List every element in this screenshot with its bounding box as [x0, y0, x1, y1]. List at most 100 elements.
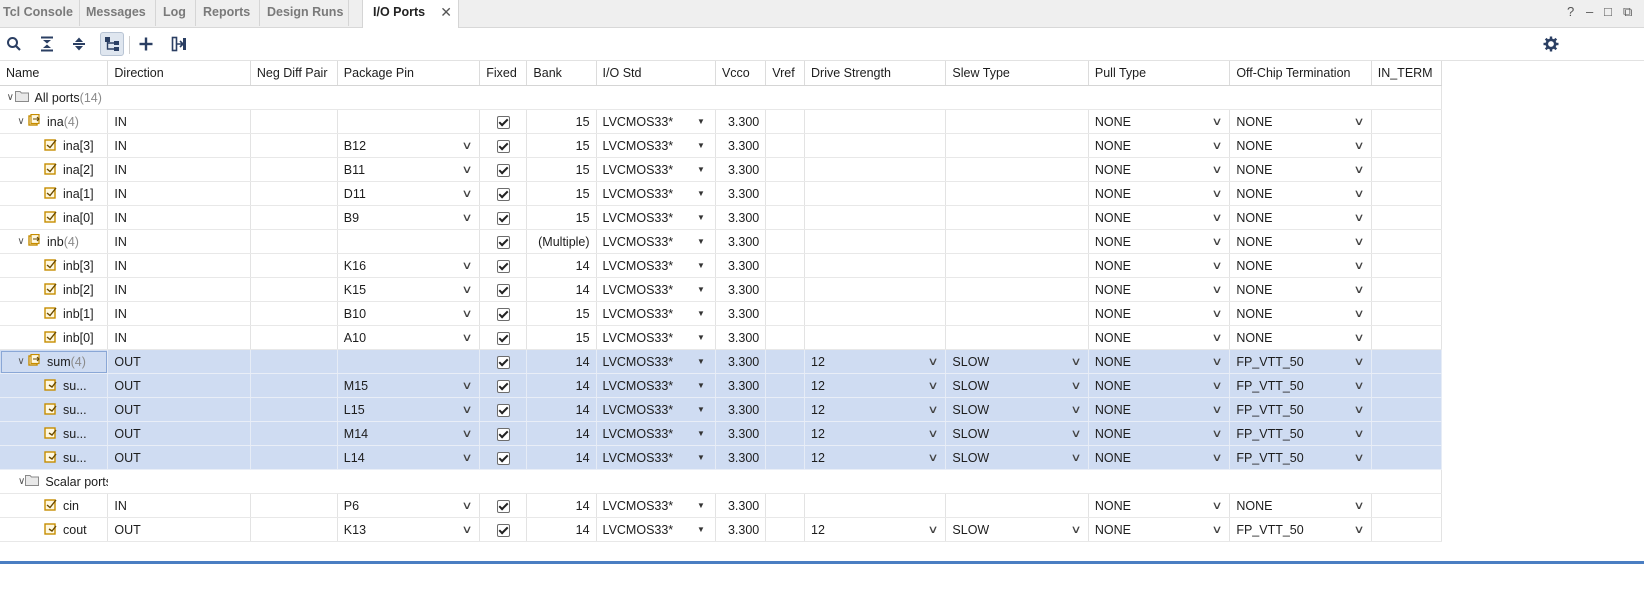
cell-in-term[interactable] [1371, 445, 1443, 470]
cell-vref[interactable] [765, 493, 805, 518]
cell-bank[interactable]: 14 [526, 349, 597, 374]
table-row[interactable]: ina[2] IN B11 ∨ 15 LVCMOS33* ▼ 3.300 NONE ∨ NONE ∨ [0, 157, 1443, 182]
chevron-down-icon[interactable]: ∨ [1070, 523, 1081, 536]
chevron-down-icon[interactable]: ∨ [1212, 211, 1223, 224]
dropdown-triangle-icon[interactable]: ▼ [697, 357, 705, 366]
chevron-down-icon[interactable]: ∨ [1353, 187, 1364, 200]
add-icon[interactable] [134, 32, 158, 56]
col-vref[interactable]: Vref [765, 61, 805, 86]
cell-neg-diff-pair[interactable] [250, 445, 338, 470]
cell-in-term[interactable] [1371, 229, 1443, 254]
cell-io-std[interactable]: LVCMOS33* ▼ [596, 349, 716, 374]
cell-vcco[interactable]: 3.300 [715, 349, 767, 374]
chevron-down-icon[interactable]: ∨ [1353, 283, 1364, 296]
cell-fixed[interactable] [479, 133, 528, 158]
cell-vcco[interactable]: 3.300 [715, 421, 767, 446]
cell-name[interactable]: ina[2] [0, 157, 109, 182]
chevron-down-icon[interactable]: ∨ [1070, 379, 1081, 392]
cell-bank[interactable]: 14 [526, 397, 597, 422]
dropdown-triangle-icon[interactable]: ▼ [697, 117, 705, 126]
cell-in-term[interactable] [1371, 109, 1443, 134]
chevron-down-icon[interactable]: ∨ [462, 187, 473, 200]
cell-package-pin[interactable]: B11 ∨ [337, 157, 481, 182]
chevron-down-icon[interactable]: ∨ [462, 163, 473, 176]
dropdown-triangle-icon[interactable]: ▼ [697, 237, 705, 246]
chevron-down-icon[interactable]: ∨ [1070, 403, 1081, 416]
cell-pull-type[interactable]: NONE ∨ [1088, 229, 1231, 254]
cell-vcco[interactable]: 3.300 [715, 445, 767, 470]
cell-slew-type[interactable]: SLOW ∨ [945, 373, 1089, 398]
tab-reports[interactable]: Reports [196, 0, 260, 26]
table-row[interactable]: ina[0] IN B9 ∨ 15 LVCMOS33* ▼ 3.300 NONE ∨ NONE ∨ [0, 205, 1443, 230]
chevron-down-icon[interactable]: ∨ [1353, 115, 1364, 128]
cell-in-term[interactable] [1371, 253, 1443, 278]
cell-fixed[interactable] [479, 493, 528, 518]
group-by-interface-icon[interactable] [100, 32, 124, 56]
cell-in-term[interactable] [1371, 277, 1443, 302]
chevron-down-icon[interactable]: ∨ [1212, 403, 1223, 416]
chevron-down-icon[interactable]: ∨ [1353, 331, 1364, 344]
fixed-checkbox[interactable] [496, 331, 510, 345]
cell-package-pin[interactable]: P6 ∨ [337, 493, 481, 518]
chevron-down-icon[interactable]: ∨ [462, 499, 473, 512]
cell-fixed[interactable] [479, 325, 528, 350]
cell-io-std[interactable]: LVCMOS33* ▼ [596, 397, 716, 422]
cell-off-chip-termination[interactable]: FP_VTT_50 ∨ [1229, 349, 1372, 374]
cell-fixed[interactable] [479, 445, 528, 470]
cell-slew-type[interactable] [945, 325, 1089, 350]
cell-package-pin[interactable]: A10 ∨ [337, 325, 481, 350]
cell-pull-type[interactable]: NONE ∨ [1088, 349, 1231, 374]
cell-vref[interactable] [765, 157, 805, 182]
cell-name[interactable]: ∨ ina (4) [0, 109, 109, 134]
cell-drive-strength[interactable] [804, 157, 947, 182]
cell-fixed[interactable] [479, 373, 528, 398]
fixed-checkbox[interactable] [496, 283, 510, 297]
cell-vcco[interactable]: 3.300 [715, 205, 767, 230]
cell-fixed[interactable] [479, 421, 528, 446]
cell-vcco[interactable]: 3.300 [715, 325, 767, 350]
chevron-down-icon[interactable]: ∨ [14, 236, 28, 247]
cell-neg-diff-pair[interactable] [250, 301, 338, 326]
cell-neg-diff-pair[interactable] [250, 157, 338, 182]
cell-name[interactable]: su... [0, 397, 109, 422]
cell-bank[interactable]: 15 [526, 325, 597, 350]
chevron-down-icon[interactable]: ∨ [462, 403, 473, 416]
cell-io-std[interactable]: LVCMOS33* ▼ [596, 445, 716, 470]
fixed-checkbox[interactable] [496, 427, 510, 441]
fixed-checkbox[interactable] [496, 163, 510, 177]
cell-vref[interactable] [765, 349, 805, 374]
cell-in-term[interactable] [1371, 373, 1443, 398]
cell-direction[interactable]: OUT [107, 397, 251, 422]
cell-bank[interactable]: 15 [526, 109, 597, 134]
chevron-down-icon[interactable]: ∨ [1212, 307, 1223, 320]
cell-off-chip-termination[interactable]: NONE ∨ [1229, 229, 1372, 254]
cell-io-std[interactable]: LVCMOS33* ▼ [596, 493, 716, 518]
cell-vcco[interactable]: 3.300 [715, 493, 767, 518]
chevron-down-icon[interactable]: ∨ [928, 403, 939, 416]
cell-bank[interactable]: 15 [526, 205, 597, 230]
chevron-down-icon[interactable]: ∨ [462, 139, 473, 152]
cell-vcco[interactable]: 3.300 [715, 517, 767, 542]
cell-neg-diff-pair[interactable] [250, 493, 338, 518]
cell-pull-type[interactable]: NONE ∨ [1088, 109, 1231, 134]
table-row[interactable]: ∨ ina (4) IN 15 LVCMOS33* ▼ 3.300 NONE ∨ NONE ∨ [0, 109, 1443, 134]
cell-vref[interactable] [765, 181, 805, 206]
cell-package-pin[interactable] [337, 109, 481, 134]
cell-drive-strength[interactable] [804, 205, 947, 230]
dropdown-triangle-icon[interactable]: ▼ [697, 405, 705, 414]
dropdown-triangle-icon[interactable]: ▼ [697, 309, 705, 318]
col-neg-diff-pair[interactable]: Neg Diff Pair [250, 61, 338, 86]
cell-vref[interactable] [765, 517, 805, 542]
chevron-down-icon[interactable]: ∨ [1212, 451, 1223, 464]
dropdown-triangle-icon[interactable]: ▼ [697, 165, 705, 174]
chevron-down-icon[interactable]: ∨ [1212, 139, 1223, 152]
cell-neg-diff-pair[interactable] [250, 349, 338, 374]
dropdown-triangle-icon[interactable]: ▼ [697, 213, 705, 222]
cell-name[interactable]: inb[0] [0, 325, 109, 350]
cell-drive-strength[interactable]: 12 ∨ [804, 445, 947, 470]
cell-drive-strength[interactable] [804, 301, 947, 326]
cell-package-pin[interactable]: D11 ∨ [337, 181, 481, 206]
cell-vcco[interactable]: 3.300 [715, 373, 767, 398]
chevron-down-icon[interactable]: ∨ [1212, 187, 1223, 200]
chevron-down-icon[interactable]: ∨ [1212, 523, 1223, 536]
